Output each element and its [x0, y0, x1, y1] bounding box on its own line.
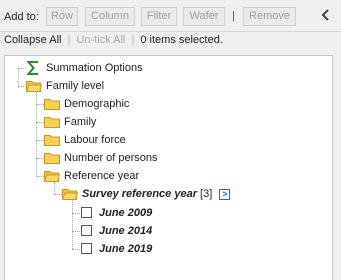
tree-node-summation-options[interactable]: Summation Options [26, 60, 143, 76]
tree-node-number-of-persons[interactable]: Number of persons [44, 150, 158, 166]
untick-all-link[interactable]: Un-tick All [76, 34, 125, 46]
variable-tree: Summation Options Family level Demograph… [4, 55, 333, 280]
tree-node-survey-reference-year[interactable]: Survey reference year [3] > [61, 186, 231, 205]
tree-connector [72, 231, 80, 232]
tree-connector [36, 158, 44, 159]
collapse-all-link[interactable]: Collapse All [4, 34, 61, 46]
tree-connector [18, 86, 26, 87]
tree-node-family[interactable]: Family [44, 114, 96, 130]
tree-node-june-2014[interactable]: June 2014 [81, 223, 152, 239]
folder-icon [44, 152, 60, 169]
tree-connector [18, 68, 26, 69]
status-separator: | [67, 34, 71, 46]
tree-connector [72, 213, 80, 214]
folder-icon [44, 116, 60, 133]
add-column-button[interactable]: Column [85, 7, 135, 26]
chevron-left-icon[interactable] [321, 8, 331, 24]
status-separator: | [131, 34, 135, 46]
tree-node-june-2009[interactable]: June 2009 [81, 205, 152, 221]
tree-node-june-2019[interactable]: June 2019 [81, 241, 152, 257]
toolbar: Add to: Row Column Filter Wafer | Remove [0, 0, 341, 32]
tree-node-label: June 2009 [99, 207, 153, 219]
tree-node-label: Number of persons [64, 152, 158, 164]
tree-node-demographic[interactable]: Demographic [44, 96, 129, 112]
tree-connector [36, 176, 44, 177]
tree-node-label: Demographic [64, 98, 130, 110]
tree-node-label: Labour force [64, 134, 126, 146]
tree-connector [36, 104, 44, 105]
tree-node-label: Family [64, 116, 97, 128]
tree-node-family-level[interactable]: Family level [25, 78, 105, 97]
item-count: [3] [200, 188, 213, 200]
add-to-label: Add to: [4, 11, 39, 23]
tree-node-label: Summation Options [46, 62, 143, 74]
tree-connector [36, 122, 44, 123]
open-folder-icon [61, 188, 79, 205]
tree-node-label: Reference year [64, 170, 140, 182]
remove-button[interactable]: Remove [243, 7, 296, 26]
tree-connector [36, 140, 44, 141]
tree-node-reference-year[interactable]: Reference year [43, 168, 140, 187]
add-filter-button[interactable]: Filter [141, 7, 177, 26]
toolbar-separator: | [232, 10, 235, 22]
tree-node-label: Family level [46, 80, 105, 92]
tree-node-label: June 2019 [99, 243, 153, 255]
open-folder-icon [25, 80, 43, 97]
checkbox[interactable] [81, 243, 92, 254]
tree-connector [54, 194, 62, 195]
tree-node-labour-force[interactable]: Labour force [44, 132, 126, 148]
checkbox[interactable] [81, 225, 92, 236]
tree-connector [72, 249, 80, 250]
open-folder-icon [43, 170, 61, 187]
folder-icon [44, 98, 60, 115]
items-selected-text: 0 items selected. [140, 34, 223, 46]
chevron-right-icon[interactable]: > [219, 188, 231, 200]
tree-connector [72, 200, 73, 249]
selection-status-bar: Collapse All | Un-tick All | 0 items sel… [4, 34, 223, 46]
tree-node-label: Survey reference year [82, 188, 197, 200]
checkbox[interactable] [81, 207, 92, 218]
add-row-button[interactable]: Row [46, 7, 78, 26]
folder-icon [44, 134, 60, 151]
add-wafer-button[interactable]: Wafer [183, 7, 225, 26]
tree-connector [18, 68, 19, 88]
tree-node-label: June 2014 [99, 225, 153, 237]
